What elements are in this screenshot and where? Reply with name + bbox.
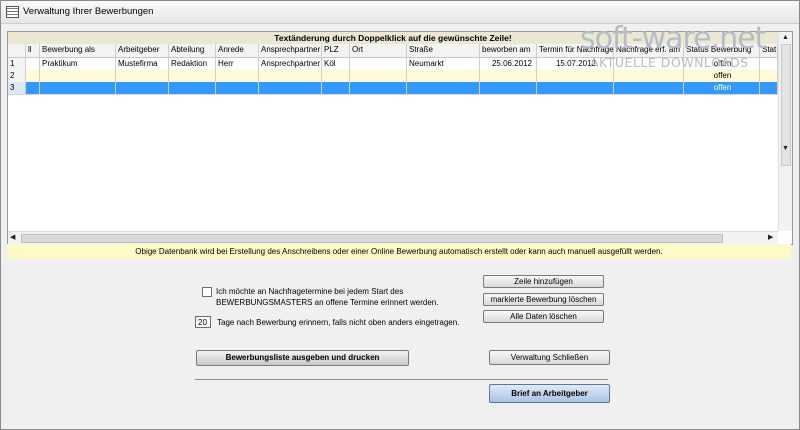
table-cell[interactable]: Ansprechpartner bbox=[259, 58, 322, 70]
table-cell[interactable] bbox=[407, 70, 480, 82]
close-button[interactable]: Verwaltung Schließen bbox=[489, 350, 610, 365]
table-row-selected[interactable]: 3 offen bbox=[8, 82, 778, 95]
table-cell[interactable] bbox=[40, 82, 116, 94]
table-cell[interactable]: offen bbox=[684, 82, 760, 94]
table-cell[interactable] bbox=[760, 82, 778, 94]
col-header[interactable]: Anrede bbox=[216, 44, 259, 57]
table-cell[interactable] bbox=[259, 82, 322, 94]
table-cell[interactable] bbox=[26, 82, 40, 94]
watermark-tagline: AKTUELLE DOWNLOADS bbox=[590, 55, 749, 70]
table-cell[interactable] bbox=[614, 70, 684, 82]
add-row-button[interactable]: Zeile hinzufügen bbox=[483, 275, 604, 288]
scroll-down-arrow-icon[interactable]: ▼ bbox=[782, 144, 789, 154]
reminder-checkbox[interactable] bbox=[202, 287, 212, 297]
table-cell[interactable] bbox=[216, 82, 259, 94]
horizontal-scroll-thumb[interactable] bbox=[21, 234, 723, 243]
table-cell[interactable] bbox=[322, 70, 350, 82]
col-header[interactable]: Straße bbox=[407, 44, 480, 57]
col-header[interactable]: Bewerbung als bbox=[40, 44, 116, 57]
table-cell[interactable] bbox=[116, 70, 169, 82]
table-cell[interactable] bbox=[169, 70, 216, 82]
table-app-icon bbox=[6, 6, 19, 18]
letter-to-employer-button[interactable]: Brief an Arbeitgeber bbox=[489, 384, 610, 403]
delete-marked-button[interactable]: markierte Bewerbung löschen bbox=[483, 293, 604, 306]
divider bbox=[195, 379, 608, 380]
reminder-days-input[interactable]: 20 bbox=[195, 316, 211, 328]
watermark-brand: soft-ware.net bbox=[580, 21, 766, 56]
table-cell[interactable]: Praktikum bbox=[40, 58, 116, 70]
print-list-button[interactable]: Bewerbungsliste ausgeben und drucken bbox=[196, 350, 409, 366]
row-number: 1 bbox=[8, 58, 26, 70]
table-cell[interactable] bbox=[537, 70, 614, 82]
col-header[interactable]: PLZ bbox=[322, 44, 350, 57]
reminder-label-line1: Ich möchte an Nachfragetermine bei jedem… bbox=[216, 287, 404, 296]
reminder-label-line2: BEWERBUNGSMASTERS an offene Termine erin… bbox=[216, 298, 439, 307]
table-cell[interactable] bbox=[480, 82, 537, 94]
table-cell[interactable] bbox=[350, 58, 407, 70]
delete-all-button[interactable]: Alle Daten löschen bbox=[483, 310, 604, 323]
row-number-header bbox=[8, 44, 26, 57]
info-bar: Obige Datenbank wird bei Erstellung des … bbox=[7, 244, 791, 259]
table-cell[interactable] bbox=[169, 82, 216, 94]
table-cell[interactable] bbox=[26, 70, 40, 82]
table-cell[interactable] bbox=[614, 82, 684, 94]
horizontal-scrollbar[interactable]: ◀ ▶ bbox=[8, 231, 778, 244]
col-header[interactable]: beworben am bbox=[480, 44, 537, 57]
scroll-right-arrow-icon[interactable]: ▶ bbox=[768, 233, 773, 243]
scroll-left-arrow-icon[interactable]: ◀ bbox=[10, 233, 15, 243]
row-number: 3 bbox=[8, 82, 26, 94]
table-cell[interactable] bbox=[216, 70, 259, 82]
table-cell[interactable] bbox=[480, 70, 537, 82]
table-cell[interactable] bbox=[116, 82, 169, 94]
table-cell[interactable]: Köl bbox=[322, 58, 350, 70]
table-cell[interactable] bbox=[259, 70, 322, 82]
main-window: Verwaltung Ihrer Bewerbungen Textänderun… bbox=[0, 0, 800, 430]
table-cell[interactable]: 25.06.2012 bbox=[480, 58, 537, 70]
reminder-days-label: Tage nach Bewerbung erinnern, falls nich… bbox=[217, 318, 460, 327]
table-cell[interactable]: Redaktion bbox=[169, 58, 216, 70]
watermark: soft-ware.net AKTUELLE DOWNLOADS bbox=[580, 21, 790, 71]
table-cell[interactable] bbox=[760, 70, 778, 82]
table-cell[interactable] bbox=[350, 70, 407, 82]
col-header[interactable]: Ort bbox=[350, 44, 407, 57]
table-cell[interactable] bbox=[40, 70, 116, 82]
col-header[interactable]: ll bbox=[26, 44, 40, 57]
table-cell[interactable]: Mustefirma bbox=[116, 58, 169, 70]
table-cell[interactable]: Neumarkt bbox=[407, 58, 480, 70]
table-cell[interactable] bbox=[26, 58, 40, 70]
col-header[interactable]: Ansprechpartner bbox=[259, 44, 322, 57]
table-cell[interactable] bbox=[537, 82, 614, 94]
window-title: Verwaltung Ihrer Bewerbungen bbox=[23, 6, 154, 17]
table-cell[interactable]: Herr bbox=[216, 58, 259, 70]
table-cell[interactable] bbox=[322, 82, 350, 94]
col-header[interactable]: Arbeitgeber bbox=[116, 44, 169, 57]
row-number: 2 bbox=[8, 70, 26, 82]
col-header[interactable]: Abteilung bbox=[169, 44, 216, 57]
table-cell[interactable] bbox=[407, 82, 480, 94]
table-cell[interactable]: offen bbox=[684, 70, 760, 82]
table-cell[interactable] bbox=[350, 82, 407, 94]
